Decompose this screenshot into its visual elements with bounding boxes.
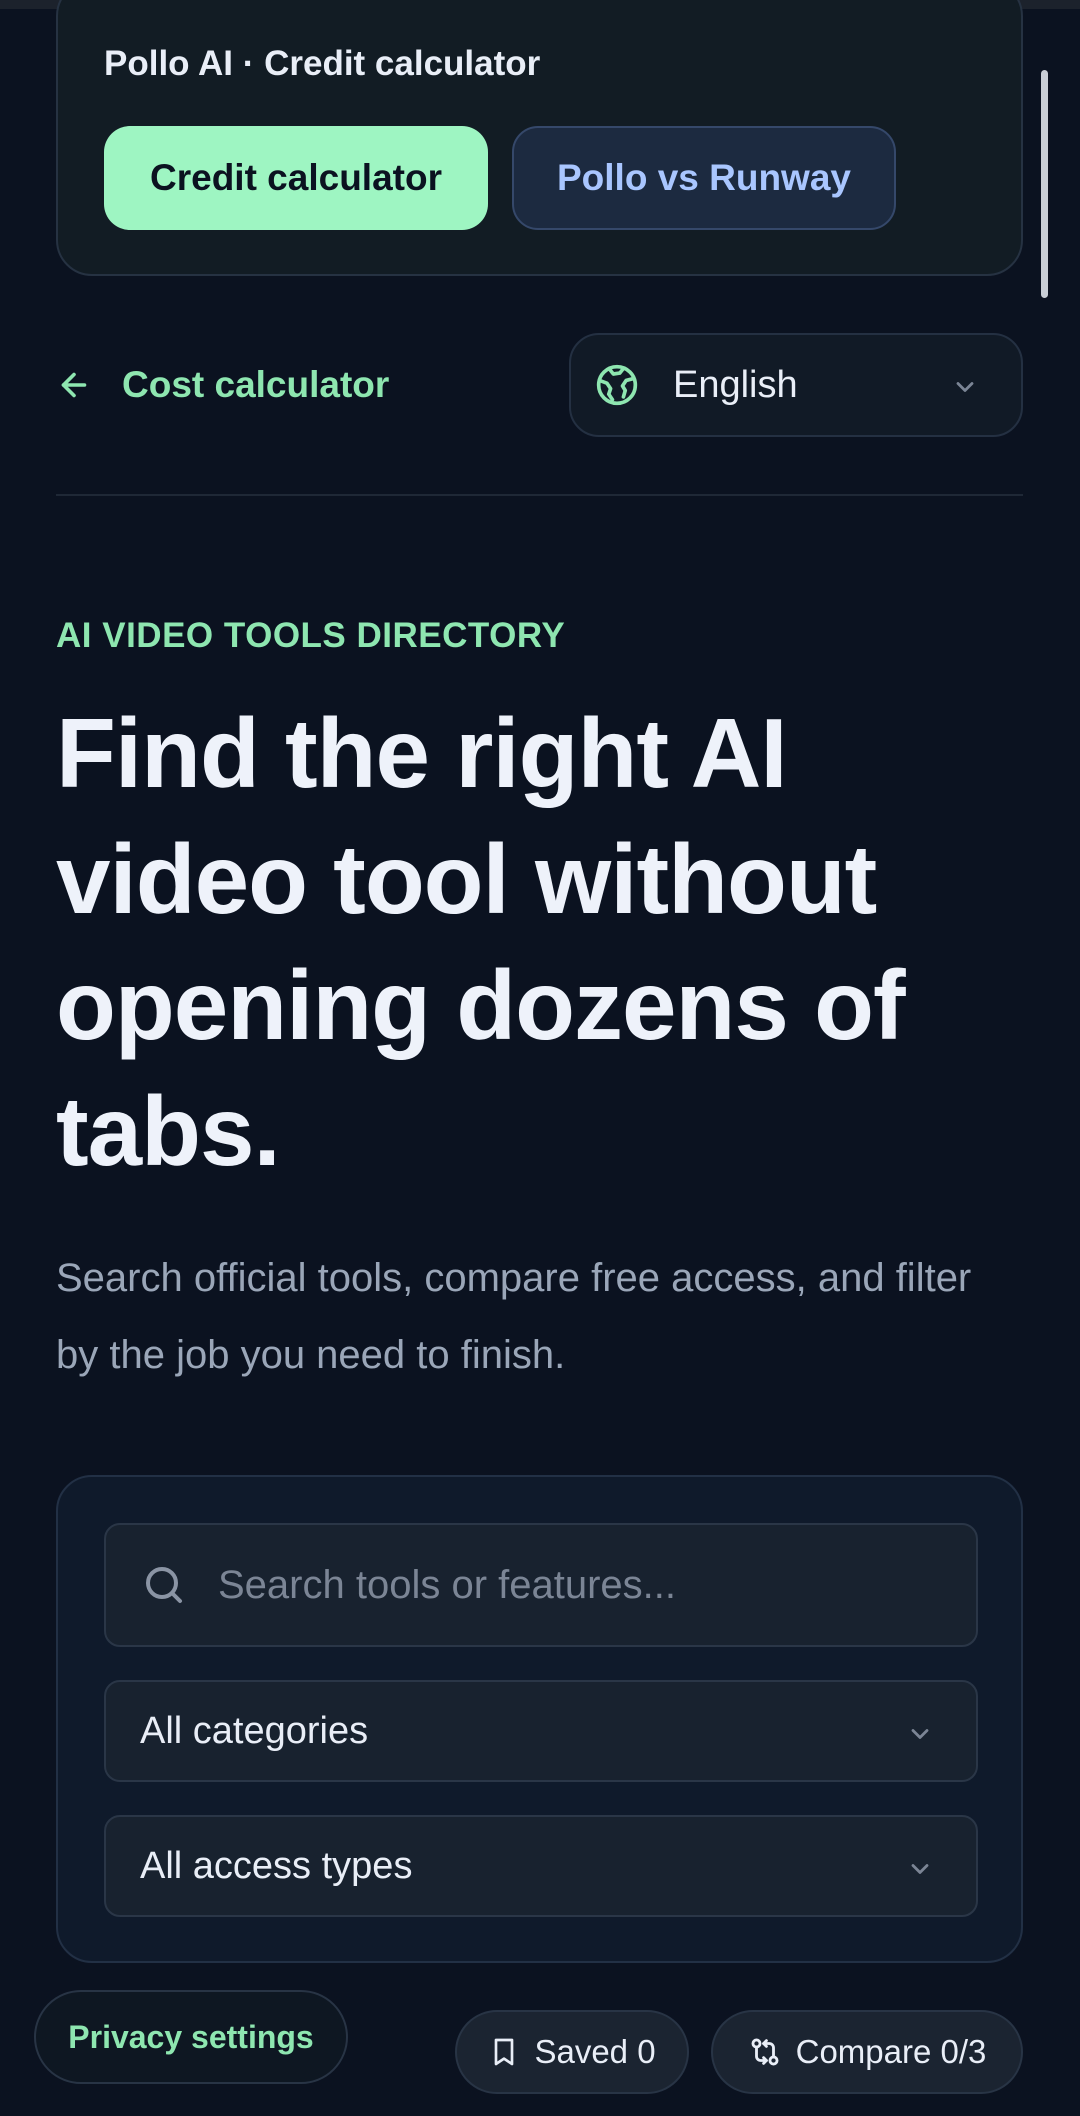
compare-label: Compare 0/3 bbox=[795, 2033, 987, 2070]
chevron-down-icon bbox=[956, 382, 974, 392]
globe-icon bbox=[596, 364, 638, 406]
promo-title: Pollo AI · Credit calculator bbox=[104, 44, 541, 83]
saved-button[interactable]: Saved 0 bbox=[455, 2010, 689, 2094]
filter-panel: All categories All access types bbox=[56, 1475, 1023, 1963]
saved-label: Saved 0 bbox=[534, 2033, 656, 2070]
access-type-select[interactable]: All access types bbox=[104, 1815, 978, 1917]
back-link[interactable]: Cost calculator bbox=[56, 355, 389, 415]
privacy-settings-button[interactable]: Privacy settings bbox=[34, 1990, 348, 2084]
bookmark-icon bbox=[495, 2038, 514, 2066]
page-subtitle: Search official tools, compare free acce… bbox=[56, 1256, 972, 1377]
credit-calculator-button[interactable]: Credit calculator bbox=[104, 126, 488, 230]
scrollbar-thumb[interactable] bbox=[1041, 70, 1048, 298]
compare-button[interactable]: Compare 0/3 bbox=[711, 2010, 1023, 2094]
chevron-down-icon bbox=[911, 1729, 929, 1739]
page-title: Find the right AI video tool without ope… bbox=[56, 698, 906, 1186]
pollo-vs-runway-button[interactable]: Pollo vs Runway bbox=[512, 126, 896, 230]
search-input[interactable] bbox=[218, 1562, 918, 1608]
category-select-value: All categories bbox=[140, 1709, 369, 1752]
chevron-down-icon bbox=[911, 1864, 929, 1874]
access-type-select-value: All access types bbox=[140, 1844, 413, 1887]
section-eyebrow: AI VIDEO TOOLS DIRECTORY bbox=[56, 616, 566, 655]
search-icon bbox=[146, 1567, 182, 1603]
section-divider bbox=[56, 494, 1023, 496]
language-label: English bbox=[673, 363, 798, 406]
arrow-left-icon bbox=[61, 372, 87, 398]
back-link-label: Cost calculator bbox=[122, 364, 390, 405]
category-select[interactable]: All categories bbox=[104, 1680, 978, 1782]
promo-card: Pollo AI · Credit calculator Credit calc… bbox=[56, 0, 1023, 276]
language-select[interactable]: English bbox=[569, 333, 1023, 437]
compare-icon bbox=[751, 2038, 779, 2066]
search-box[interactable] bbox=[104, 1523, 978, 1647]
